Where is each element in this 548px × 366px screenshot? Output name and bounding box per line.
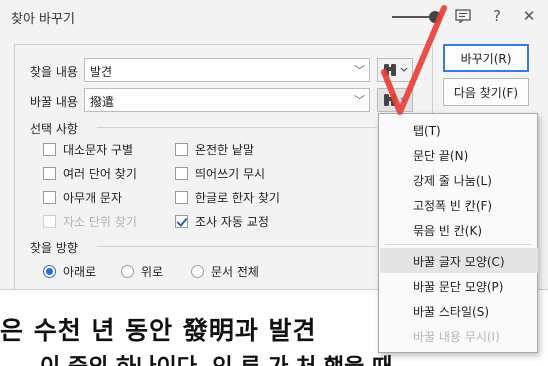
zoom-slider-thumb[interactable]: [429, 11, 441, 23]
replace-input[interactable]: 撥遣 ﹀: [84, 88, 370, 112]
menu-item-para-shape[interactable]: 바꿀 문단 모양(P): [380, 273, 538, 298]
document-line: 이 중의 하나이다. 인 류 가 처 했을 때: [40, 349, 392, 366]
replace-label: 바꿀 내용: [30, 95, 78, 109]
radio[interactable]: [43, 265, 56, 278]
checkbox[interactable]: [43, 191, 56, 204]
menu-item-fixed-space[interactable]: 고정폭 빈 칸(F): [380, 192, 538, 217]
find-value: 발견: [90, 65, 113, 79]
find-input[interactable]: 발견 ﹀: [84, 58, 370, 82]
direction-down-radio[interactable]: 아래로: [43, 263, 96, 280]
chevron-down-icon[interactable]: ﹀: [354, 62, 365, 78]
chevron-down-icon[interactable]: ﹀: [354, 92, 365, 108]
close-icon[interactable]: ✕: [520, 7, 538, 25]
menu-item-line-break[interactable]: 강제 줄 나눔(L): [380, 167, 538, 192]
menu-item-char-shape[interactable]: 바꿀 글자 모양(C): [380, 248, 538, 273]
special-char-menu: 탭(T) 문단 끝(N) 강제 줄 나눔(L) 고정폭 빈 칸(F) 묶음 빈 …: [378, 113, 538, 353]
menu-item-paragraph-end[interactable]: 문단 끝(N): [380, 142, 538, 167]
option-jaso-search: 자소 단위 찾기: [43, 213, 137, 230]
replace-value: 撥遣: [90, 95, 115, 109]
find-label: 찾을 내용: [30, 65, 78, 79]
direction-title: 찾을 방향: [30, 241, 78, 255]
option-wildcard[interactable]: 아무개 문자: [43, 189, 122, 206]
radio[interactable]: [121, 265, 134, 278]
option-particle-correction[interactable]: 조사 자동 교정: [175, 213, 269, 230]
direction-up-radio[interactable]: 위로: [121, 263, 163, 280]
dialog-title: 찾아 바꾸기: [11, 12, 75, 27]
checkbox[interactable]: [175, 167, 188, 180]
binoculars-icon: [384, 64, 408, 76]
find-special-button[interactable]: [377, 58, 413, 82]
title-bar: 찾아 바꾸기 ? ✕: [0, 0, 548, 33]
menu-item-bound-space[interactable]: 묶음 빈 칸(K): [380, 217, 538, 242]
replace-special-button[interactable]: [377, 88, 413, 112]
checkbox[interactable]: [175, 191, 188, 204]
direction-all-radio[interactable]: 문서 전체: [191, 263, 259, 280]
checkbox[interactable]: [175, 143, 188, 156]
option-case-sensitive[interactable]: 대소문자 구별: [43, 141, 133, 158]
options-divider: [97, 127, 377, 128]
options-title: 선택 사항: [30, 122, 78, 136]
checkbox[interactable]: [175, 215, 188, 228]
option-ignore-spacing[interactable]: 띄어쓰기 무시: [175, 165, 265, 182]
menu-item-style[interactable]: 바꿀 스타일(S): [380, 298, 538, 323]
checkbox: [43, 215, 56, 228]
option-hanja-by-hangul[interactable]: 한글로 한자 찾기: [175, 189, 280, 206]
checkbox[interactable]: [43, 167, 56, 180]
radio[interactable]: [191, 265, 204, 278]
replace-button[interactable]: 바꾸기(R): [443, 44, 529, 72]
find-next-button[interactable]: 다음 찾기(F): [443, 78, 529, 106]
panel-icon[interactable]: [454, 7, 472, 25]
direction-divider: [97, 246, 377, 247]
menu-item-tab[interactable]: 탭(T): [380, 117, 538, 142]
checkbox[interactable]: [43, 143, 56, 156]
help-icon[interactable]: ?: [488, 7, 506, 25]
menu-item-ignore-content: 바꿀 내용 무시(I): [413, 330, 500, 344]
option-multi-word[interactable]: 여러 단어 찾기: [43, 165, 137, 182]
binoculars-icon: [384, 94, 408, 106]
menu-separator: [385, 244, 531, 245]
option-whole-word[interactable]: 온전한 낱말: [175, 141, 254, 158]
document-line: 은 수천 년 동안 發明과 발견파: [0, 316, 410, 345]
search-options-panel: 찾을 내용 발견 ﹀ 바꿀 내용 撥遣 ﹀ 선택 사항 대소문자 구별 온전한 …: [14, 44, 433, 290]
